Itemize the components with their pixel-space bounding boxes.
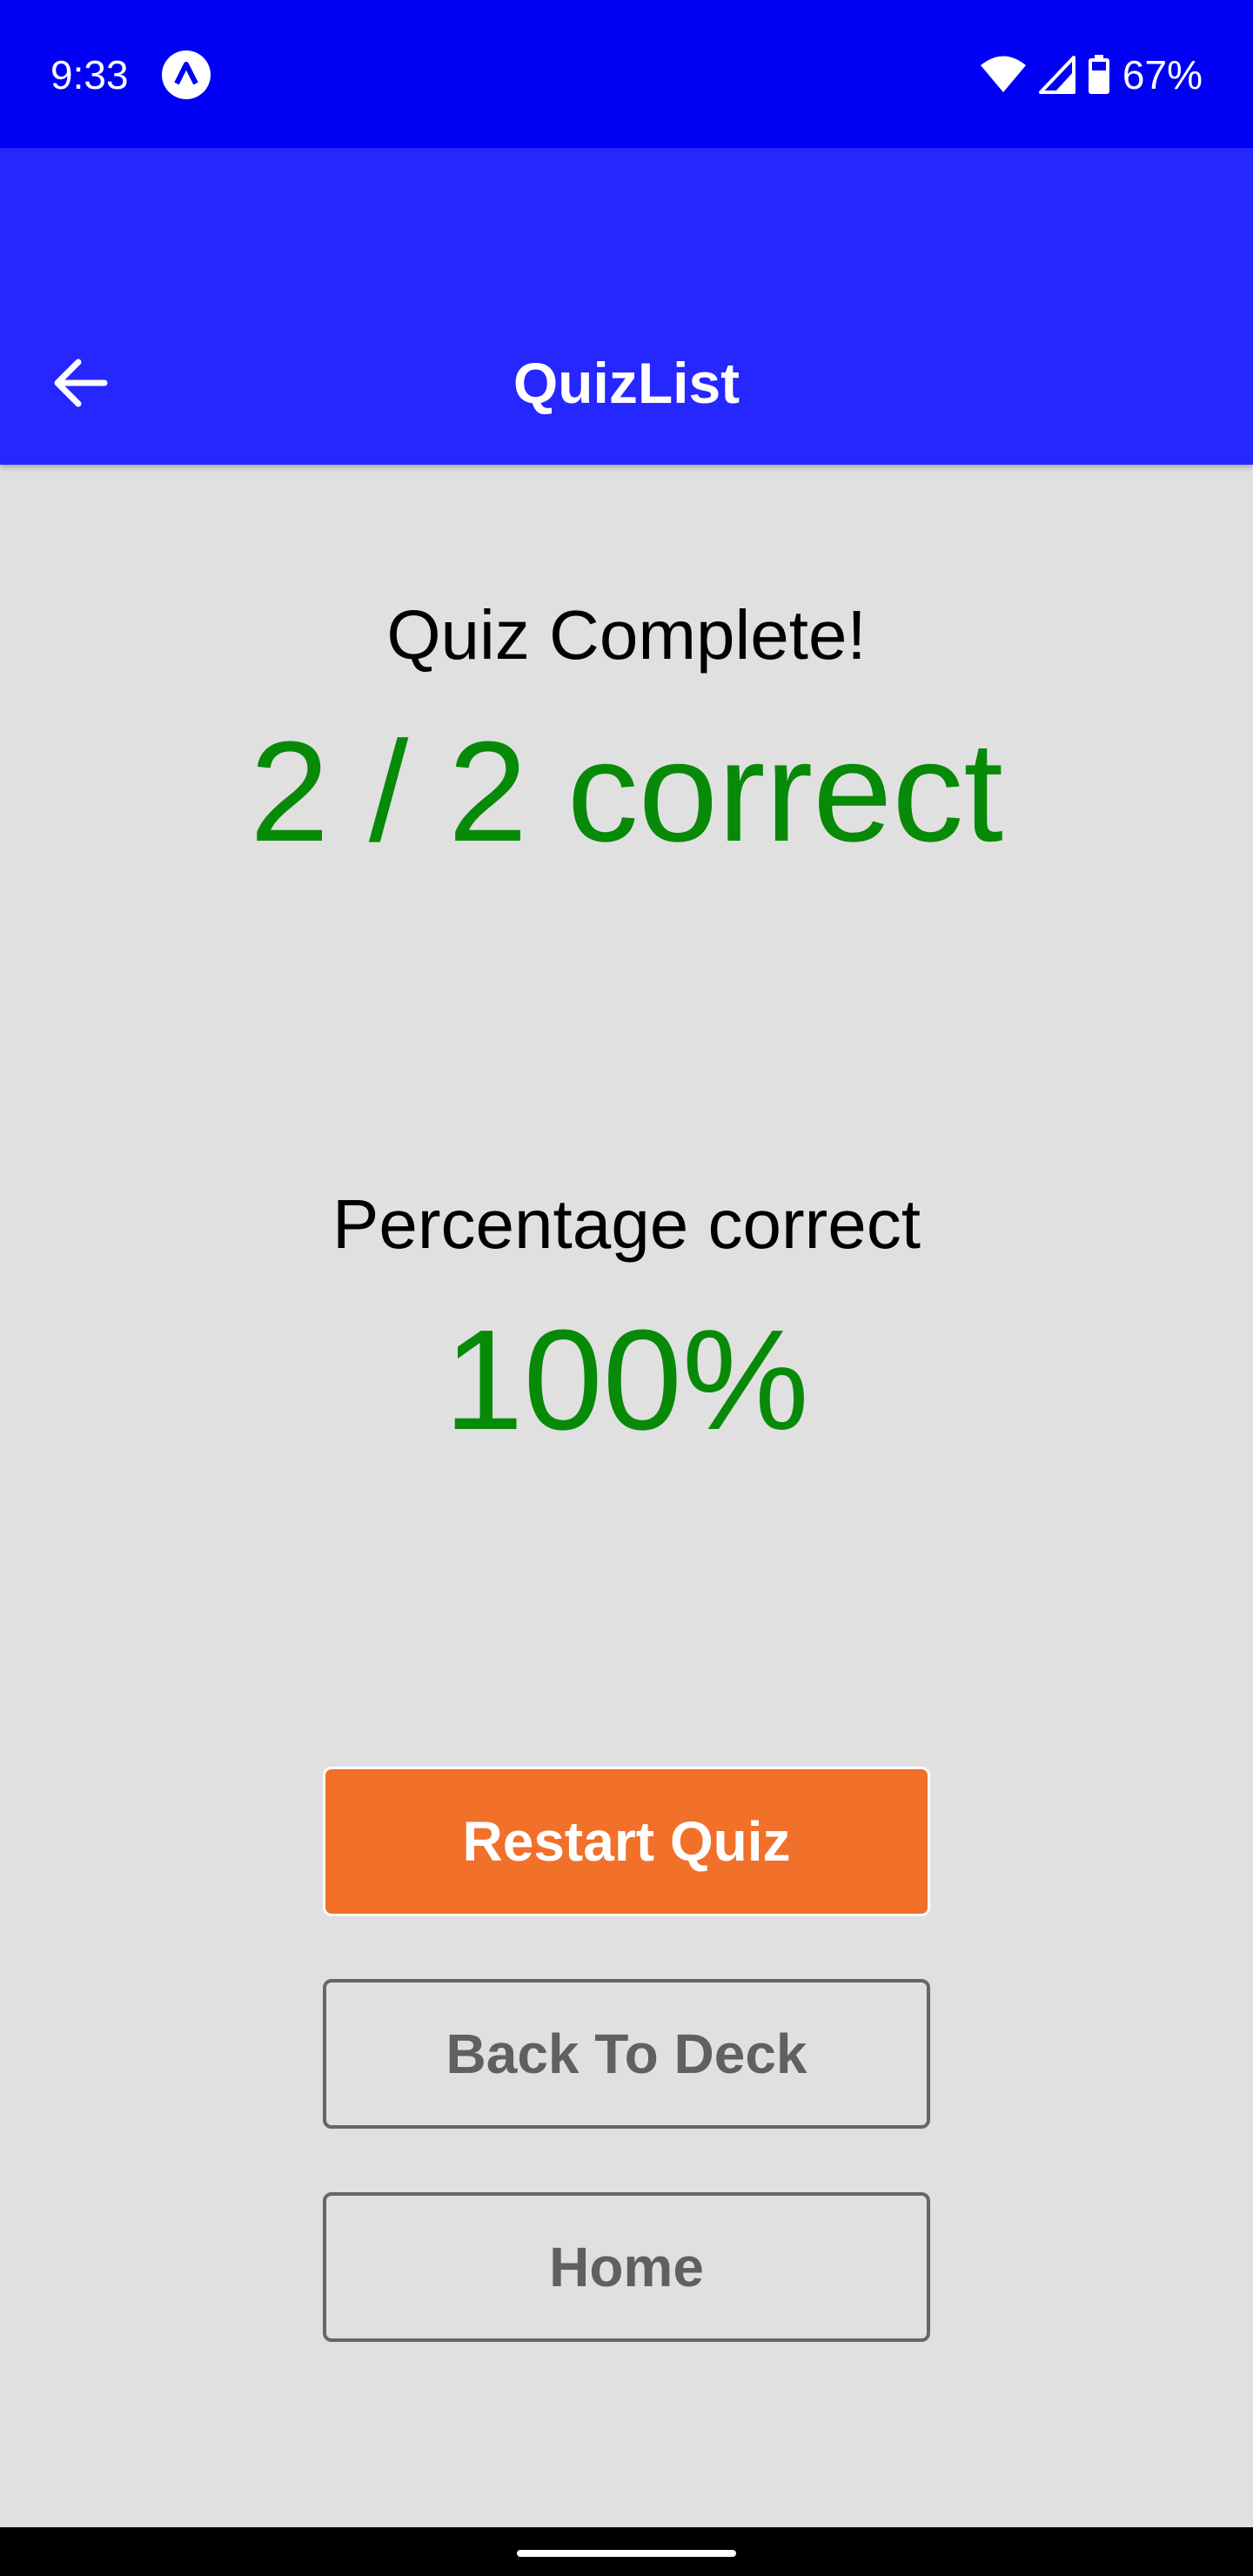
restart-quiz-button[interactable]: Restart Quiz	[323, 1767, 930, 1916]
status-bar: 9:33 67%	[0, 0, 1253, 148]
battery-percentage: 67%	[1122, 52, 1203, 97]
page-title: QuizList	[513, 351, 740, 415]
percentage-value: 100%	[444, 1300, 809, 1459]
home-label: Home	[549, 2236, 704, 2298]
percentage-label: Percentage correct	[332, 1185, 921, 1263]
restart-quiz-label: Restart Quiz	[462, 1810, 791, 1873]
app-notification-icon	[162, 50, 211, 99]
status-time: 9:33	[50, 52, 129, 97]
score-value: 2 / 2 correct	[250, 712, 1003, 871]
wifi-icon	[980, 56, 1027, 94]
status-icons: 67%	[980, 49, 1203, 101]
home-button[interactable]: Home	[323, 2192, 930, 2342]
quiz-complete-heading: Quiz Complete!	[386, 596, 867, 674]
app-bar: QuizList	[0, 148, 1253, 465]
home-indicator[interactable]	[517, 2550, 736, 2557]
back-to-deck-button[interactable]: Back To Deck	[323, 1979, 930, 2129]
cell-signal-icon	[1038, 56, 1075, 94]
battery-icon	[1088, 55, 1110, 95]
back-to-deck-label: Back To Deck	[446, 2023, 807, 2085]
